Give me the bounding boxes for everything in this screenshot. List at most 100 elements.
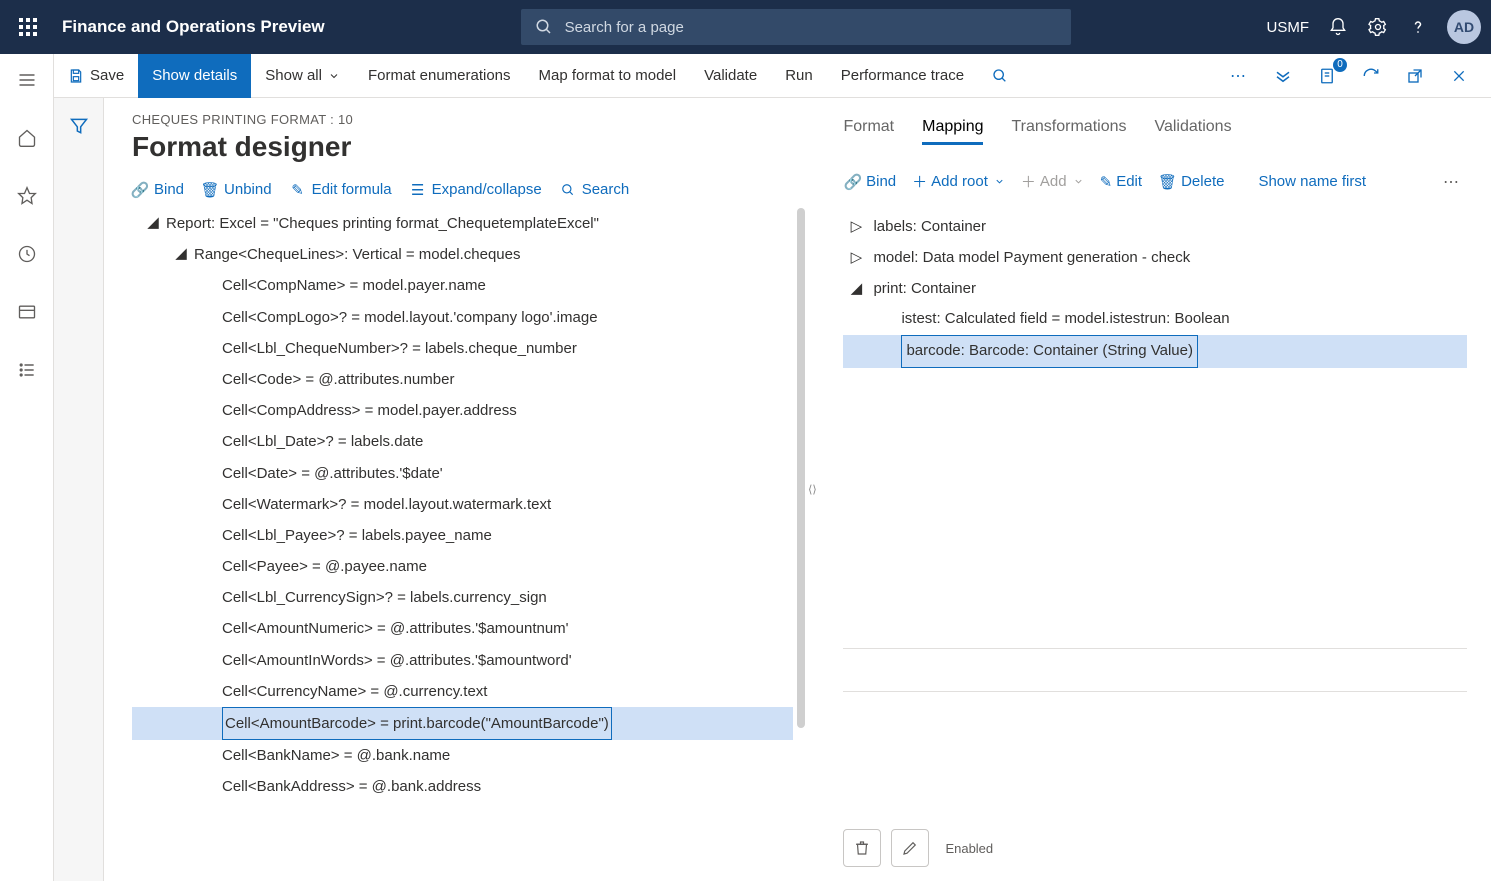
- avatar[interactable]: AD: [1447, 10, 1481, 44]
- bell-icon[interactable]: [1327, 16, 1349, 38]
- edit-square-button[interactable]: [891, 829, 929, 867]
- breadcrumb: CHEQUES PRINTING FORMAT : 10: [132, 112, 805, 127]
- run-button[interactable]: Run: [771, 54, 827, 98]
- map-tree-row-label: model: Data model Payment generation - c…: [873, 243, 1190, 274]
- map-tree-row-label: print: Container: [873, 274, 976, 305]
- tree-row[interactable]: ◢Range<ChequeLines>: Vertical = model.ch…: [132, 239, 793, 270]
- designer-tools: 🔗Bind 🗑Unbind ✎Edit formula ☰Expand/coll…: [132, 181, 805, 198]
- bind-button[interactable]: 🔗Bind: [132, 181, 184, 198]
- add-root-button[interactable]: ＋Add root: [912, 171, 1005, 192]
- map-tree-row[interactable]: barcode: Barcode: Container (String Valu…: [843, 335, 1467, 368]
- mapping-tools: 🔗Bind ＋Add root ＋Add ✎Edit 🗑Delete Show …: [843, 171, 1467, 192]
- tree-row-label: Cell<Watermark>? = model.layout.watermar…: [222, 489, 551, 520]
- validate-button[interactable]: Validate: [690, 54, 771, 98]
- tree-row[interactable]: Cell<CompLogo>? = model.layout.'company …: [132, 302, 793, 333]
- tree-row[interactable]: Cell<Code> = @.attributes.number: [132, 364, 793, 395]
- tree-row[interactable]: ◢Report: Excel = "Cheques printing forma…: [132, 208, 793, 239]
- search-action-button[interactable]: [978, 54, 1022, 98]
- format-enum-button[interactable]: Format enumerations: [354, 54, 525, 98]
- list-icon[interactable]: [7, 350, 47, 390]
- pencil-icon: ✎: [1100, 173, 1113, 191]
- help-icon[interactable]: [1407, 16, 1429, 38]
- tree-row-label: Cell<Lbl_ChequeNumber>? = labels.cheque_…: [222, 333, 577, 364]
- tree-row[interactable]: Cell<Watermark>? = model.layout.watermar…: [132, 489, 793, 520]
- tree-row[interactable]: Cell<Lbl_Date>? = labels.date: [132, 426, 793, 457]
- more-icon[interactable]: ⋯: [1225, 62, 1253, 90]
- gear-icon[interactable]: [1367, 16, 1389, 38]
- pencil-icon: ✎: [290, 182, 306, 198]
- scrollbar[interactable]: [797, 208, 805, 728]
- tree-row[interactable]: Cell<BankAddress> = @.bank.address: [132, 771, 793, 802]
- save-icon: [68, 68, 84, 84]
- map-bind-button[interactable]: 🔗Bind: [843, 173, 896, 191]
- expand-collapse-button[interactable]: ☰Expand/collapse: [410, 181, 542, 198]
- tree-row-label: Cell<CompLogo>? = model.layout.'company …: [222, 302, 598, 333]
- map-tree-row[interactable]: ▷labels: Container: [843, 212, 1467, 243]
- tree-row[interactable]: Cell<AmountBarcode> = print.barcode("Amo…: [132, 707, 793, 740]
- tab-validations[interactable]: Validations: [1154, 118, 1231, 145]
- hamburger-icon[interactable]: [7, 60, 47, 100]
- list-icon: ☰: [410, 182, 426, 198]
- format-tree[interactable]: ◢Report: Excel = "Cheques printing forma…: [132, 208, 805, 836]
- star-icon[interactable]: [7, 176, 47, 216]
- twisty-icon[interactable]: ▷: [849, 243, 863, 274]
- delete-button[interactable]: 🗑Delete: [1158, 173, 1224, 191]
- global-search[interactable]: Search for a page: [521, 9, 1071, 45]
- twisty-icon[interactable]: ▷: [849, 212, 863, 243]
- attachments-icon[interactable]: 0: [1313, 62, 1341, 90]
- tree-row[interactable]: Cell<Lbl_CurrencySign>? = labels.currenc…: [132, 582, 793, 613]
- tree-row[interactable]: Cell<AmountNumeric> = @.attributes.'$amo…: [132, 613, 793, 644]
- perf-trace-button[interactable]: Performance trace: [827, 54, 978, 98]
- tree-row[interactable]: Cell<Payee> = @.payee.name: [132, 551, 793, 582]
- tree-search-button[interactable]: Search: [560, 181, 630, 198]
- tree-row[interactable]: Cell<Lbl_Payee>? = labels.payee_name: [132, 520, 793, 551]
- splitter[interactable]: ⟨⟩: [805, 98, 819, 881]
- map-format-button[interactable]: Map format to model: [525, 54, 691, 98]
- page-title: Format designer: [132, 131, 805, 163]
- tree-row[interactable]: Cell<CurrencyName> = @.currency.text: [132, 676, 793, 707]
- twisty-icon[interactable]: ◢: [849, 274, 863, 305]
- unbind-button[interactable]: 🗑Unbind: [202, 181, 272, 198]
- tree-row[interactable]: Cell<Lbl_ChequeNumber>? = labels.cheque_…: [132, 333, 793, 364]
- value-box: [843, 648, 1467, 692]
- tree-row[interactable]: Cell<Date> = @.attributes.'$date': [132, 458, 793, 489]
- tab-mapping[interactable]: Mapping: [922, 118, 983, 145]
- search-icon: [560, 182, 576, 198]
- twisty-icon[interactable]: ◢: [174, 238, 188, 269]
- module-icon[interactable]: [7, 292, 47, 332]
- tree-row-label: Cell<AmountNumeric> = @.attributes.'$amo…: [222, 613, 569, 644]
- delete-square-button[interactable]: [843, 829, 881, 867]
- save-button[interactable]: Save: [54, 54, 138, 98]
- edit-formula-button[interactable]: ✎Edit formula: [290, 181, 392, 198]
- show-name-first-button[interactable]: Show name first: [1258, 173, 1366, 190]
- clock-icon[interactable]: [7, 234, 47, 274]
- filter-icon[interactable]: [63, 110, 95, 142]
- tree-row[interactable]: Cell<AmountInWords> = @.attributes.'$amo…: [132, 645, 793, 676]
- waffle-icon[interactable]: [10, 9, 46, 45]
- close-icon[interactable]: [1445, 62, 1473, 90]
- tree-row-label: Cell<CompAddress> = model.payer.address: [222, 395, 517, 426]
- tab-format[interactable]: Format: [843, 118, 894, 145]
- map-tree-row[interactable]: ▷ model: Data model Payment generation - …: [843, 243, 1467, 274]
- popout-icon[interactable]: [1401, 62, 1429, 90]
- refresh-icon[interactable]: [1357, 62, 1385, 90]
- tree-row-label: Cell<Lbl_CurrencySign>? = labels.currenc…: [222, 582, 547, 613]
- edit-button[interactable]: ✎Edit: [1100, 173, 1142, 191]
- show-all-button[interactable]: Show all: [251, 54, 354, 98]
- company-code[interactable]: USMF: [1267, 19, 1310, 36]
- tree-row[interactable]: Cell<BankName> = @.bank.name: [132, 740, 793, 771]
- map-tree-row[interactable]: istest: Calculated field = model.istestr…: [843, 304, 1467, 335]
- mapping-tree[interactable]: ▷labels: Container▷ model: Data model Pay…: [843, 212, 1467, 368]
- topbar: Finance and Operations Preview Search fo…: [0, 0, 1491, 54]
- tab-transformations[interactable]: Transformations: [1011, 118, 1126, 145]
- show-details-button[interactable]: Show details: [138, 54, 251, 98]
- twisty-icon[interactable]: ◢: [146, 208, 160, 238]
- tree-row[interactable]: Cell<CompAddress> = model.payer.address: [132, 395, 793, 426]
- more-icon[interactable]: ⋯: [1437, 172, 1467, 192]
- home-icon[interactable]: [7, 118, 47, 158]
- map-tree-row[interactable]: ◢ print: Container: [843, 274, 1467, 305]
- tree-row[interactable]: Cell<CompName> = model.payer.name: [132, 270, 793, 301]
- app-title: Finance and Operations Preview: [62, 17, 325, 37]
- enabled-label: Enabled: [945, 841, 993, 856]
- datasource-icon[interactable]: [1269, 62, 1297, 90]
